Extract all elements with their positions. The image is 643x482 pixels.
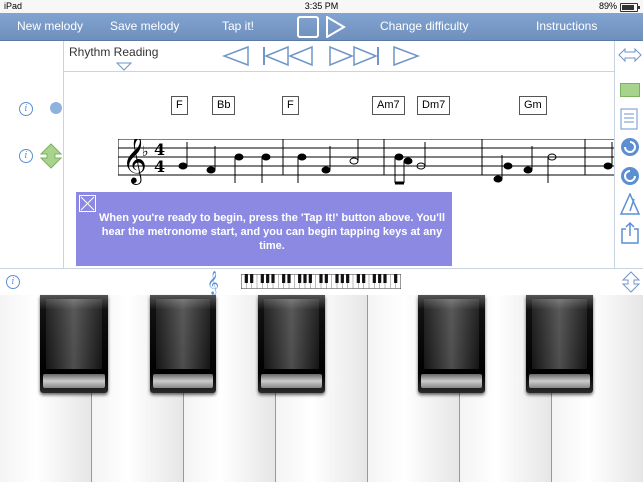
next-icon[interactable] — [392, 45, 420, 67]
treble-clef-icon[interactable]: 𝄞 — [207, 270, 219, 294]
chord-label: Bb — [212, 96, 236, 115]
forward-to-end-icon[interactable] — [328, 45, 380, 67]
left-panel: i i — [0, 41, 64, 268]
info-icon[interactable]: i — [19, 102, 33, 116]
chord-label: F — [171, 96, 188, 115]
top-toolbar: New melody Save melody Tap it! Change di… — [0, 13, 643, 41]
close-icon[interactable] — [79, 195, 96, 212]
music-staff: 𝄞 ♭ 4 4 — [118, 139, 614, 185]
right-panel — [614, 41, 643, 268]
highlight-toggle-icon[interactable] — [620, 83, 640, 97]
time-signature-bottom: 4 — [154, 157, 165, 176]
dot-icon[interactable] — [50, 102, 62, 114]
battery-icon — [620, 3, 640, 12]
info-icon[interactable]: i — [6, 275, 20, 289]
score-title: Rhythm Reading — [69, 45, 159, 59]
black-key[interactable] — [258, 295, 325, 393]
vertical-resize-icon[interactable] — [621, 271, 641, 293]
stop-icon[interactable] — [297, 16, 319, 38]
change-difficulty-button[interactable]: Change difficulty — [380, 19, 469, 33]
chord-label: Am7 — [372, 96, 405, 115]
instructions-button[interactable]: Instructions — [536, 19, 597, 33]
status-bar: iPad 3:35 PM 89% — [0, 0, 643, 13]
save-melody-button[interactable]: Save melody — [110, 19, 179, 33]
rewind-to-start-icon[interactable] — [262, 45, 314, 67]
share-icon[interactable] — [620, 221, 640, 245]
undo-icon[interactable] — [619, 136, 641, 158]
tap-it-button[interactable]: Tap it! — [222, 19, 254, 33]
expand-horizontal-icon[interactable] — [618, 47, 642, 63]
play-icon[interactable] — [324, 16, 346, 38]
info-icon[interactable]: i — [19, 149, 33, 163]
piano-keyboard — [0, 295, 643, 482]
status-time: 3:35 PM — [304, 1, 339, 11]
battery-percent: 89% — [598, 1, 617, 11]
page-icon[interactable] — [620, 108, 638, 130]
chord-label: Dm7 — [417, 96, 451, 115]
black-key[interactable] — [40, 295, 108, 393]
redo-icon[interactable] — [619, 165, 641, 187]
chord-label: F — [282, 96, 299, 115]
black-key[interactable] — [150, 295, 216, 393]
chord-label: Gm — [519, 96, 547, 115]
dropdown-triangle-icon[interactable] — [116, 62, 132, 71]
instruction-text: When you're ready to begin, press the 'T… — [99, 212, 445, 252]
black-key[interactable] — [418, 295, 485, 393]
black-key[interactable] — [526, 295, 593, 393]
new-melody-button[interactable]: New melody — [17, 19, 83, 33]
up-down-arrow-icon[interactable] — [40, 143, 62, 169]
keyboard-toolbar: i 𝄞 — [0, 268, 643, 295]
previous-icon[interactable] — [222, 45, 250, 67]
score-header: Rhythm Reading — [64, 41, 614, 72]
flat-icon: ♭ — [142, 144, 149, 160]
metronome-icon[interactable] — [619, 193, 641, 215]
mini-keyboard-icon[interactable] — [241, 274, 401, 289]
instruction-message: When you're ready to begin, press the 'T… — [76, 192, 452, 266]
